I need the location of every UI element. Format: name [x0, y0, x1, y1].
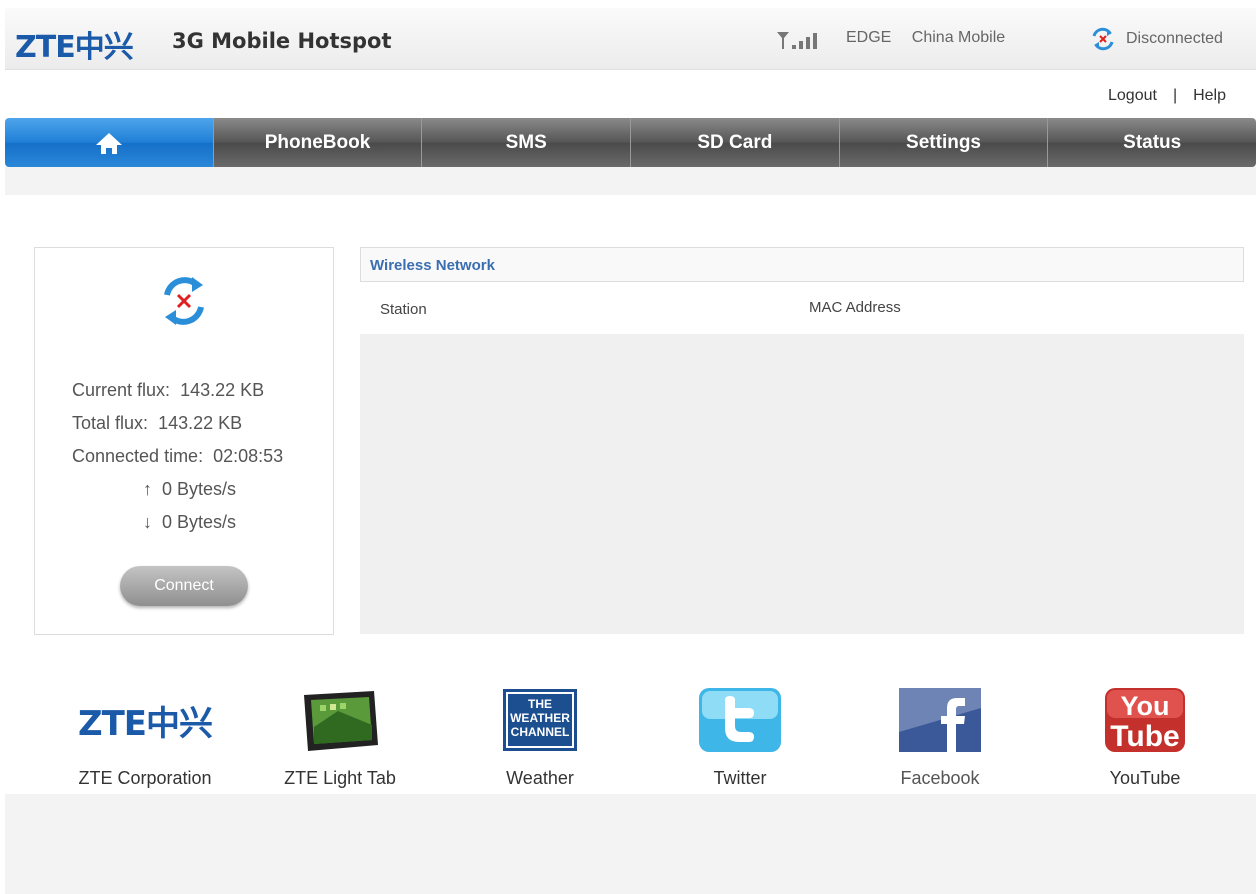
wireless-station-list — [360, 334, 1244, 634]
top-links: Logout | Help — [1108, 87, 1226, 105]
download-rate: 0 Bytes/s — [162, 512, 237, 532]
signal-strength-icon — [777, 32, 817, 49]
link-label: ZTE Corporation — [78, 768, 212, 788]
tablet-icon — [298, 680, 382, 760]
link-zte-light-tab[interactable]: ZTE Light Tab — [240, 680, 440, 789]
connection-status-text: Disconnected — [1126, 30, 1223, 47]
link-weather[interactable]: THE WEATHER CHANNEL Weather — [440, 680, 640, 789]
network-type: EDGE — [846, 29, 892, 46]
connect-button[interactable]: Connect — [120, 566, 248, 606]
zte-logo-icon-latin: ZTE — [77, 703, 147, 744]
link-facebook[interactable]: Facebook — [840, 680, 1040, 789]
youtube-you-text: You — [1121, 691, 1170, 721]
quick-links: ZTE中兴 ZTE Corporation ZTE Light Tab THE … — [5, 680, 1256, 790]
link-youtube[interactable]: You Tube YouTube — [1045, 680, 1245, 789]
total-flux-value: 143.22 KB — [158, 413, 243, 433]
zte-logo-icon: ZTE中兴 — [77, 680, 213, 760]
upload-rate: 0 Bytes/s — [162, 479, 237, 499]
twitter-icon — [699, 680, 781, 760]
header-bar: ZTE中兴 3G Mobile Hotspot EDGE China Mobil… — [5, 8, 1256, 70]
zte-logo-icon-cn: 中兴 — [146, 703, 213, 744]
help-link[interactable]: Help — [1193, 87, 1226, 104]
connected-time-value: 02:08:53 — [213, 446, 284, 466]
download-arrow-icon: ↓ — [143, 512, 152, 532]
operator-name: China Mobile — [911, 29, 1006, 46]
nav-underline-strip — [5, 167, 1256, 195]
logo-latin: ZTE — [15, 30, 76, 65]
connected-time-row: Connected time: 02:08:53 — [72, 440, 283, 473]
current-flux-label: Current flux: — [72, 380, 171, 400]
tab-home[interactable] — [5, 118, 213, 167]
connection-status-large-icon — [164, 277, 204, 325]
flux-stats: Current flux: 143.22 KB Total flux: 143.… — [72, 374, 283, 539]
tab-sms[interactable]: SMS — [421, 118, 631, 167]
wireless-network-title: Wireless Network — [370, 257, 495, 274]
link-label: Twitter — [713, 768, 767, 788]
link-label: Facebook — [900, 768, 980, 788]
connection-status: Disconnected — [1090, 27, 1223, 51]
col-mac-address: MAC Address — [809, 299, 901, 316]
footer — [5, 794, 1256, 894]
wireless-network-header: Wireless Network — [360, 247, 1244, 282]
weather-channel-icon: THE WEATHER CHANNEL — [503, 680, 577, 760]
svg-text:THE: THE — [528, 697, 552, 711]
download-rate-row: ↓ 0 Bytes/s — [72, 506, 283, 539]
link-label: YouTube — [1109, 768, 1181, 788]
link-label: ZTE Light Tab — [284, 768, 396, 788]
col-station: Station — [380, 301, 427, 318]
tab-settings[interactable]: Settings — [838, 118, 1048, 167]
youtube-tube-text: Tube — [1110, 720, 1179, 752]
youtube-icon: You Tube — [1105, 680, 1185, 760]
svg-text:WEATHER: WEATHER — [510, 711, 570, 725]
current-flux-row: Current flux: 143.22 KB — [72, 374, 283, 407]
connection-panel: Current flux: 143.22 KB Total flux: 143.… — [34, 247, 334, 635]
current-flux-value: 143.22 KB — [180, 380, 265, 400]
page-frame: ZTE中兴 3G Mobile Hotspot EDGE China Mobil… — [5, 8, 1256, 894]
link-zte-corporation[interactable]: ZTE中兴 ZTE Corporation — [45, 680, 245, 789]
connected-time-label: Connected time: — [72, 446, 204, 466]
svg-text:CHANNEL: CHANNEL — [511, 725, 570, 739]
facebook-icon — [899, 680, 981, 760]
tab-status[interactable]: Status — [1047, 118, 1256, 167]
logo-cn: 中兴 — [74, 30, 134, 65]
main-nav: PhoneBook SMS SD Card Settings Status — [5, 118, 1256, 167]
network-info: EDGE China Mobile — [846, 29, 1021, 47]
wireless-table-header: Station MAC Address — [360, 294, 1244, 334]
link-twitter[interactable]: Twitter — [640, 680, 840, 789]
total-flux-label: Total flux: — [72, 413, 149, 433]
link-separator: | — [1172, 87, 1178, 104]
disconnected-icon — [1092, 27, 1114, 51]
total-flux-row: Total flux: 143.22 KB — [72, 407, 283, 440]
zte-logo: ZTE中兴 — [15, 22, 134, 66]
tab-phonebook[interactable]: PhoneBook — [212, 118, 422, 167]
tab-sd-card[interactable]: SD Card — [630, 118, 839, 167]
home-icon — [95, 132, 122, 154]
link-label: Weather — [506, 768, 574, 788]
upload-arrow-icon: ↑ — [143, 479, 152, 499]
upload-rate-row: ↑ 0 Bytes/s — [72, 473, 283, 506]
product-title: 3G Mobile Hotspot — [172, 29, 392, 53]
logout-link[interactable]: Logout — [1108, 87, 1157, 104]
